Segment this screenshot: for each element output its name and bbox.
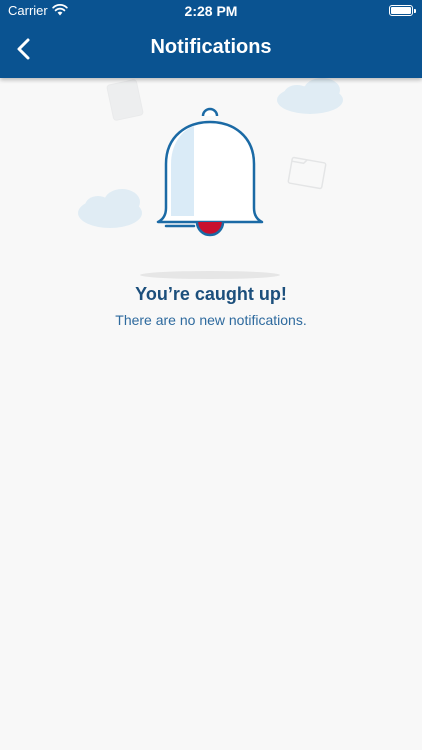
folder-icon — [287, 156, 327, 190]
status-bar: Carrier 2:28 PM — [0, 0, 422, 22]
cloud-icon — [277, 78, 343, 114]
battery-icon — [389, 5, 416, 16]
status-time: 2:28 PM — [184, 3, 238, 19]
empty-state-illustration — [78, 78, 343, 279]
empty-state-title: You’re caught up! — [135, 284, 287, 304]
page-title: Notifications — [150, 36, 272, 58]
bell-icon — [156, 107, 264, 237]
app-header: Carrier 2:28 PM Notifications — [0, 0, 422, 78]
document-icon — [106, 79, 144, 121]
shadow — [140, 271, 280, 279]
empty-state-subtitle: There are no new notifications. — [115, 312, 307, 328]
cloud-icon — [78, 189, 142, 228]
